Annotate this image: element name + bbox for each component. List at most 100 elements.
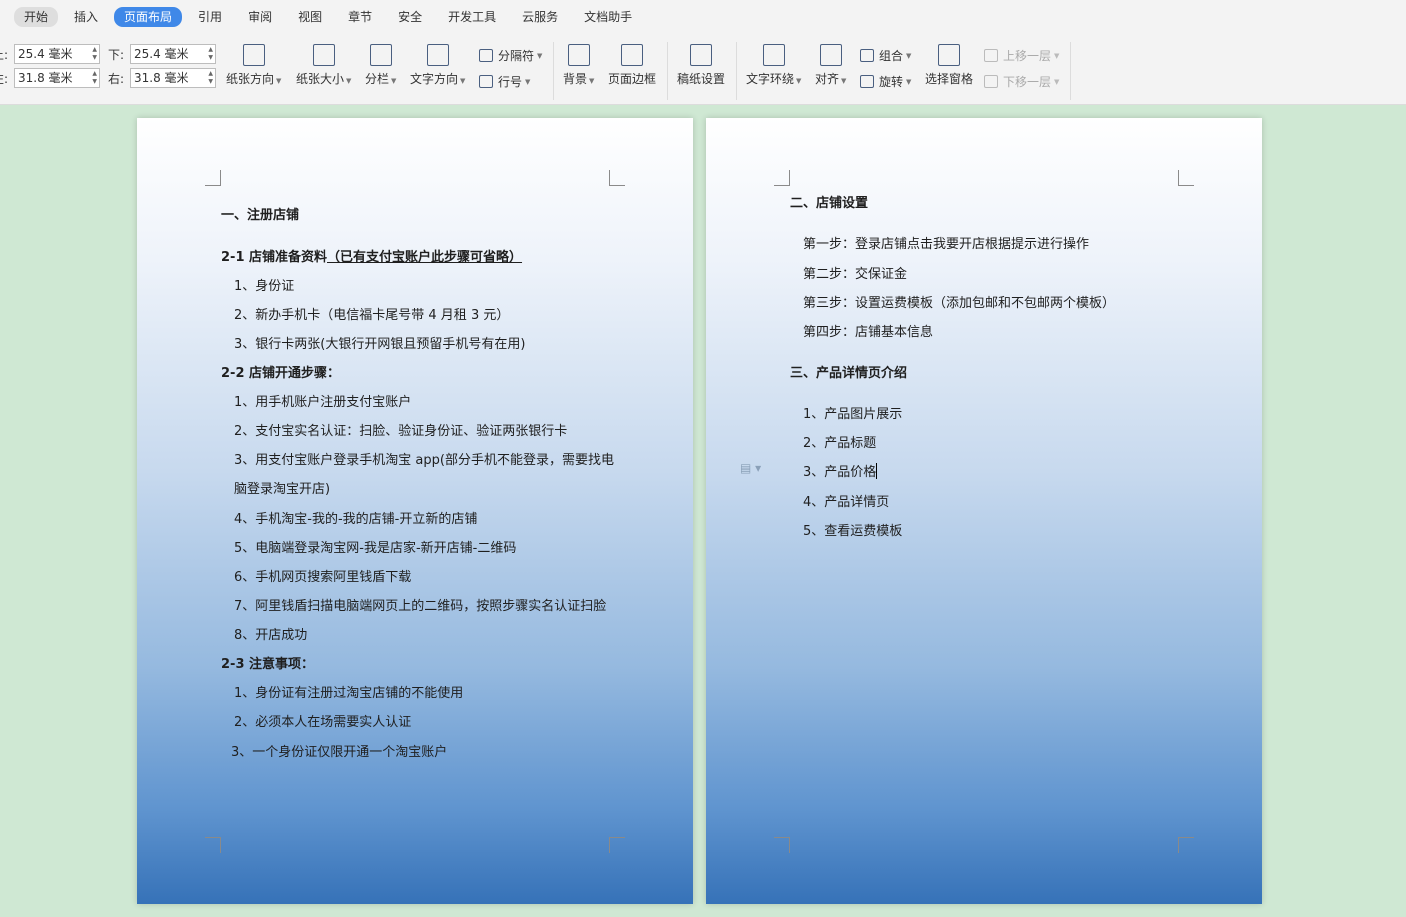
ribbon-separator: [736, 42, 737, 100]
list-item: 5、电脑端登录淘宝网-我是店家-新开店铺-二维码: [234, 541, 517, 556]
send-backward-button[interactable]: 下移一层 ▼: [984, 73, 1059, 90]
background-button[interactable]: 背景 ▼: [563, 44, 594, 87]
group-button[interactable]: 组合 ▼: [860, 47, 911, 64]
text-cursor: [876, 463, 878, 479]
margin-top-label: 上:: [0, 47, 9, 62]
list-item-with-cursor: 3、产品价格: [803, 463, 878, 480]
list-item: 5、查看运费模板: [803, 524, 903, 539]
document-page-1[interactable]: 一、注册店铺 2-1 店铺准备资料（已有支付宝账户此步骤可省略） 1、身份证 2…: [137, 118, 693, 904]
margin-left-input[interactable]: 31.8 毫米 ▲ ▼: [14, 68, 100, 88]
margin-corner-mark: [205, 837, 221, 853]
spin-arrows-icon[interactable]: ▲ ▼: [208, 70, 213, 86]
orientation-button[interactable]: 纸张方向 ▼: [226, 44, 281, 87]
send-backward-icon: [984, 75, 998, 88]
rotate-icon: [860, 75, 874, 88]
group-icon: [860, 49, 874, 62]
paper-size-icon: [312, 44, 335, 66]
list-item: 1、身份证: [234, 279, 295, 294]
text-wrap-button[interactable]: 文字环绕 ▼: [746, 44, 801, 87]
tab-home[interactable]: 开始: [14, 7, 59, 27]
section-2-1-heading: 2-1 店铺准备资料（已有支付宝账户此步骤可省略）: [221, 250, 523, 265]
tab-view[interactable]: 视图: [288, 7, 332, 27]
tab-references[interactable]: 引用: [188, 7, 232, 27]
page-border-button[interactable]: 页面边框: [608, 44, 656, 87]
margin-corner-mark: [774, 170, 790, 186]
paragraph-layout-icon[interactable]: ▤ ▾: [740, 461, 761, 475]
list-item: 1、用手机账户注册支付宝账户: [234, 395, 412, 410]
margin-bottom-label: 下:: [108, 47, 125, 62]
margin-corner-mark: [774, 837, 790, 853]
document-page-2[interactable]: 二、店铺设置 第一步：登录店铺点击我要开店根据提示进行操作 第二步：交保证金 第…: [706, 118, 1262, 904]
margin-corner-mark: [205, 170, 221, 186]
columns-button[interactable]: 分栏 ▼: [365, 44, 396, 87]
line-numbers-icon: [479, 75, 493, 88]
background-icon: [567, 44, 590, 66]
list-item: 脑登录淘宝开店): [234, 482, 331, 497]
spin-arrows-icon[interactable]: ▲ ▼: [92, 70, 97, 86]
list-item: 3、银行卡两张(大银行开网银且预留手机号有在用): [234, 337, 526, 352]
margin-corner-mark: [609, 170, 625, 186]
list-item: 2、支付宝实名认证：扫脸、验证身份证、验证两张银行卡: [234, 424, 568, 439]
align-button[interactable]: 对齐 ▼: [815, 44, 846, 87]
list-item: 第一步：登录店铺点击我要开店根据提示进行操作: [803, 237, 1090, 252]
paper-setup-icon: [690, 44, 712, 66]
list-item: 第四步：店铺基本信息: [803, 325, 934, 340]
margin-left-label: 左:: [0, 71, 9, 86]
heading-shop-settings: 二、店铺设置: [790, 196, 869, 211]
paper-setup-button[interactable]: 稿纸设置: [677, 44, 725, 87]
page-border-icon: [621, 44, 643, 66]
align-icon: [819, 44, 842, 66]
tab-sections[interactable]: 章节: [338, 7, 382, 27]
tab-review[interactable]: 审阅: [238, 7, 282, 27]
spin-arrows-icon[interactable]: ▲ ▼: [208, 46, 213, 62]
list-item: 第三步：设置运费模板（添加包邮和不包邮两个模板）: [803, 296, 1116, 311]
paper-size-button[interactable]: 纸张大小 ▼: [296, 44, 351, 87]
selection-pane-icon: [938, 44, 960, 66]
list-item: 3、一个身份证仅限开通一个淘宝账户: [231, 745, 448, 760]
bring-forward-icon: [984, 49, 998, 62]
list-item: 6、手机网页搜索阿里钱盾下载: [234, 570, 412, 585]
ribbon: 上: 25.4 毫米▲▼ 下: 25.4 毫米▲▼ 左: 31.8 毫米▲▼ 右…: [0, 34, 1406, 105]
tab-developer[interactable]: 开发工具: [438, 7, 506, 27]
heading-register-shop: 一、注册店铺: [221, 208, 300, 223]
list-item: 2、产品标题: [803, 436, 877, 451]
ribbon-separator: [1070, 42, 1071, 100]
section-2-2-heading: 2-2 店铺开通步骤：: [221, 366, 341, 381]
tab-security[interactable]: 安全: [388, 7, 432, 27]
margin-bottom-input[interactable]: 25.4 毫米 ▲ ▼: [130, 44, 216, 64]
heading-product-detail: 三、产品详情页介绍: [790, 366, 908, 381]
breaks-icon: [479, 49, 493, 62]
menu-bar: 开始 插入 页面布局 引用 审阅 视图 章节 安全 开发工具 云服务 文档助手: [0, 0, 1406, 34]
list-item: 2、必须本人在场需要实人认证: [234, 715, 412, 730]
line-numbers-button[interactable]: 行号 ▼: [479, 73, 530, 90]
list-item: 8、开店成功: [234, 628, 308, 643]
selection-pane-button[interactable]: 选择窗格: [925, 44, 973, 87]
margin-top-input[interactable]: 25.4 毫米 ▲ ▼: [14, 44, 100, 64]
tab-page-layout[interactable]: 页面布局: [114, 7, 183, 27]
ribbon-separator: [553, 42, 554, 100]
list-item: 7、阿里钱盾扫描电脑端网页上的二维码，按照步骤实名认证扫脸: [234, 599, 607, 614]
margin-corner-mark: [1178, 170, 1194, 186]
text-direction-button[interactable]: 文字方向 ▼: [410, 44, 465, 87]
margin-right-label: 右:: [108, 71, 125, 86]
list-item: 第二步：交保证金: [803, 267, 908, 282]
bring-forward-button[interactable]: 上移一层 ▼: [984, 47, 1059, 64]
tab-doc-assistant[interactable]: 文档助手: [574, 7, 642, 27]
list-item: 2、新办手机卡（电信福卡尾号带 4 月租 3 元）: [234, 308, 510, 323]
list-item: 1、产品图片展示: [803, 407, 903, 422]
margin-corner-mark: [609, 837, 625, 853]
rotate-button[interactable]: 旋转 ▼: [860, 73, 911, 90]
spin-arrows-icon[interactable]: ▲ ▼: [92, 46, 97, 62]
margin-corner-mark: [1178, 837, 1194, 853]
list-item: 1、身份证有注册过淘宝店铺的不能使用: [234, 686, 464, 701]
columns-icon: [369, 44, 392, 66]
orientation-icon: [242, 44, 265, 66]
margin-left-row: 左: 31.8 毫米▲▼ 右: 31.8 毫米▲▼: [0, 68, 216, 88]
tab-insert[interactable]: 插入: [64, 7, 108, 27]
breaks-button[interactable]: 分隔符 ▼: [479, 47, 542, 64]
tab-cloud[interactable]: 云服务: [512, 7, 568, 27]
margin-top-row: 上: 25.4 毫米▲▼ 下: 25.4 毫米▲▼: [0, 44, 216, 64]
list-item: 3、用支付宝账户登录手机淘宝 app(部分手机不能登录，需要找电: [234, 453, 614, 468]
margin-right-input[interactable]: 31.8 毫米 ▲ ▼: [130, 68, 216, 88]
list-item: 4、手机淘宝-我的-我的店铺-开立新的店铺: [234, 512, 478, 527]
